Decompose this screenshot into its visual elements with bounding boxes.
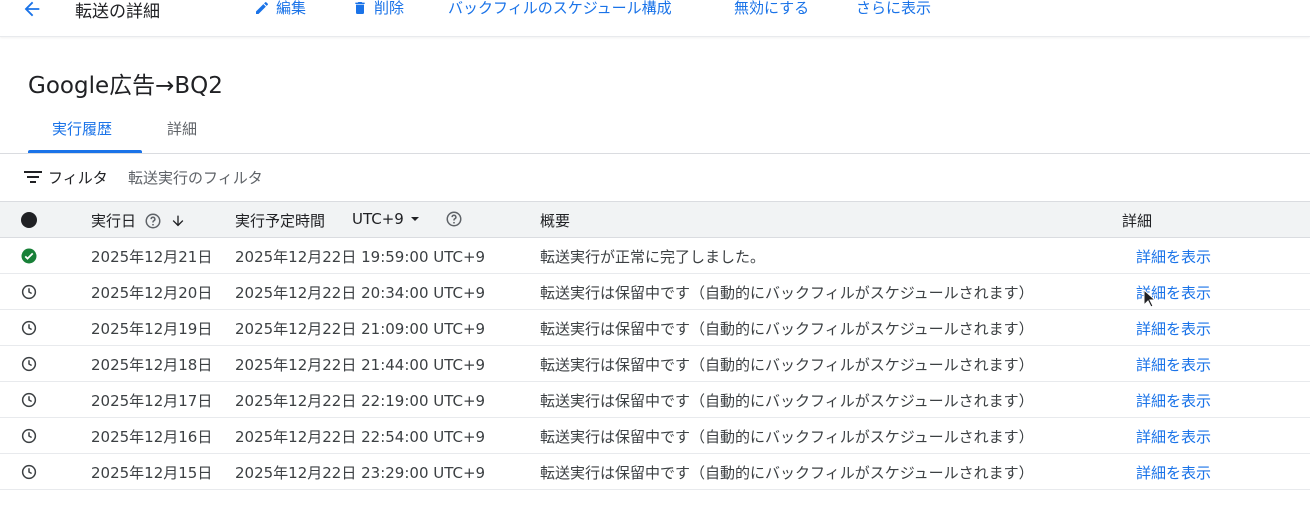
cell-scheduled-time: 2025年12月22日 21:09:00 UTC+9	[235, 320, 486, 338]
view-details-link[interactable]: 詳細を表示	[1136, 354, 1211, 375]
table-row: 2025年12月15日 2025年12月22日 23:29:00 UTC+9 転送実…	[0, 454, 1310, 490]
tab-details[interactable]: 詳細	[167, 118, 197, 139]
success-check-icon	[20, 247, 38, 265]
delete-label: 削除	[374, 0, 405, 17]
page-title: 転送の詳細	[75, 2, 160, 22]
view-details-link[interactable]: 詳細を表示	[1136, 246, 1211, 267]
cell-summary: 転送実行は保留中です（自動的にバックフィルがスケジュールされます）	[540, 284, 1034, 302]
cell-scheduled-time: 2025年12月22日 19:59:00 UTC+9	[235, 248, 486, 266]
cell-run-date: 2025年12月16日	[91, 428, 213, 446]
filter-input[interactable]: 転送実行のフィルタ	[128, 167, 263, 188]
transfer-name: Google広告→BQ2	[28, 73, 223, 99]
table-row: 2025年12月17日 2025年12月22日 22:19:00 UTC+9 転送実…	[0, 382, 1310, 418]
header-details: 詳細	[1122, 212, 1153, 230]
cell-run-date: 2025年12月15日	[91, 464, 213, 482]
backfill-button[interactable]: バックフィルのスケジュール構成	[448, 0, 672, 18]
tab-bar: 実行履歴 詳細	[0, 110, 1310, 154]
filter-icon[interactable]	[24, 170, 42, 184]
more-label: さらに表示	[856, 0, 932, 17]
tab-history[interactable]: 実行履歴	[52, 118, 112, 139]
filter-bar: フィルタ 転送実行のフィルタ	[0, 153, 1310, 201]
cell-summary: 転送実行は保留中です（自動的にバックフィルがスケジュールされます）	[540, 464, 1034, 482]
cell-summary: 転送実行は保留中です（自動的にバックフィルがスケジュールされます）	[540, 428, 1034, 446]
cell-scheduled-time: 2025年12月22日 23:29:00 UTC+9	[235, 464, 486, 482]
dropdown-caret-icon	[410, 217, 419, 221]
filter-label: フィルタ	[48, 169, 108, 187]
cell-run-date: 2025年12月20日	[91, 284, 213, 302]
table-row: 2025年12月21日 2025年12月22日 19:59:00 UTC+9 転送実…	[0, 238, 1310, 274]
cell-run-date: 2025年12月18日	[91, 356, 213, 374]
status-column-icon	[21, 212, 37, 228]
cell-summary: 転送実行は保留中です（自動的にバックフィルがスケジュールされます）	[540, 356, 1034, 374]
timezone-dropdown[interactable]: UTC+9	[352, 210, 420, 228]
pending-clock-icon	[20, 463, 38, 481]
view-details-link[interactable]: 詳細を表示	[1136, 426, 1211, 447]
more-button[interactable]: さらに表示	[856, 0, 931, 18]
cell-scheduled-time: 2025年12月22日 20:34:00 UTC+9	[235, 284, 486, 302]
header-run-date[interactable]: 実行日	[91, 210, 186, 231]
pending-clock-icon	[20, 355, 38, 373]
edit-button[interactable]: 編集	[254, 0, 306, 18]
table-row: 2025年12月16日 2025年12月22日 22:54:00 UTC+9 転送実…	[0, 418, 1310, 454]
back-arrow-icon[interactable]	[20, 0, 46, 20]
table-row: 2025年12月19日 2025年12月22日 21:09:00 UTC+9 転送実…	[0, 310, 1310, 346]
cell-run-date: 2025年12月17日	[91, 392, 213, 410]
cell-summary: 転送実行が正常に完了しました。	[540, 248, 766, 266]
cell-scheduled-time: 2025年12月22日 21:44:00 UTC+9	[235, 356, 486, 374]
pencil-icon	[256, 1, 268, 14]
table-header: 実行日 実行予定時間 UTC+9 概要 詳細	[0, 201, 1310, 238]
run-history-table: 実行日 実行予定時間 UTC+9 概要 詳細 2025年12月21日 2025年1…	[0, 201, 1310, 490]
cell-summary: 転送実行は保留中です（自動的にバックフィルがスケジュールされます）	[540, 392, 1034, 410]
view-details-link[interactable]: 詳細を表示	[1136, 318, 1211, 339]
header-scheduled-time-label: 実行予定時間	[235, 212, 326, 230]
disable-label: 無効にする	[734, 0, 810, 17]
table-row: 2025年12月20日 2025年12月22日 20:34:00 UTC+9 転送実…	[0, 274, 1310, 310]
cell-scheduled-time: 2025年12月22日 22:54:00 UTC+9	[235, 428, 486, 446]
trash-icon	[355, 1, 365, 14]
help-icon[interactable]	[445, 210, 463, 228]
header-scheduled-time: 実行予定時間	[235, 210, 325, 231]
cell-run-date: 2025年12月19日	[91, 320, 213, 338]
disable-button[interactable]: 無効にする	[734, 0, 809, 18]
table-row: 2025年12月18日 2025年12月22日 21:44:00 UTC+9 転送実…	[0, 346, 1310, 382]
header-summary: 概要	[540, 212, 571, 230]
cell-run-date: 2025年12月21日	[91, 248, 213, 266]
edit-label: 編集	[276, 0, 307, 17]
pending-clock-icon	[20, 427, 38, 445]
cell-summary: 転送実行は保留中です（自動的にバックフィルがスケジュールされます）	[540, 320, 1034, 338]
pending-clock-icon	[20, 283, 38, 301]
help-icon[interactable]	[144, 212, 162, 230]
pending-clock-icon	[20, 319, 38, 337]
pending-clock-icon	[20, 391, 38, 409]
top-bar: 転送の詳細 編集 削除 バックフィルのスケジュール構成 無効にする さらに表示	[0, 0, 1310, 37]
timezone-label: UTC+9	[352, 210, 404, 228]
delete-button[interactable]: 削除	[352, 0, 404, 18]
mouse-cursor-icon	[1143, 289, 1155, 308]
sort-down-arrow-icon[interactable]	[170, 212, 186, 230]
header-run-date-label: 実行日	[91, 212, 137, 230]
view-details-link[interactable]: 詳細を表示	[1136, 462, 1211, 483]
cell-scheduled-time: 2025年12月22日 22:19:00 UTC+9	[235, 392, 486, 410]
view-details-link[interactable]: 詳細を表示	[1136, 390, 1211, 411]
backfill-label: バックフィルのスケジュール構成	[448, 0, 672, 17]
